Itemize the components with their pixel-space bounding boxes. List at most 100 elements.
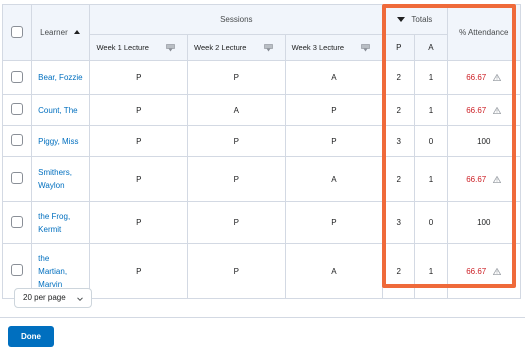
- sessions-header: Sessions: [89, 4, 384, 35]
- attendance-mark-cell[interactable]: P: [89, 156, 189, 202]
- attendance-mark-cell[interactable]: A: [284, 60, 384, 95]
- learner-cell: the Frog, Kermit: [31, 201, 91, 244]
- absent-total-cell: 0: [414, 125, 448, 157]
- learner-name-link[interactable]: the Martian, Marvin: [38, 254, 67, 289]
- attendance-table-container: Learner Sessions Totals % Attendance Wee…: [1, 4, 522, 299]
- row-checkbox[interactable]: [11, 264, 24, 276]
- attendance-header-label: % Attendance: [459, 28, 509, 37]
- footer-divider: [0, 317, 525, 318]
- row-select-cell: [1, 125, 33, 157]
- attendance-percent-cell: 100: [446, 125, 522, 157]
- absent-total-cell: 1: [414, 60, 448, 95]
- attendance-mark-cell[interactable]: A: [284, 243, 384, 299]
- attendance-mark-cell[interactable]: P: [187, 156, 286, 202]
- table-row: the Frog, Kermit P P P 3 0 100: [1, 201, 522, 244]
- totals-header-label: Totals: [411, 15, 433, 24]
- attendance-mark-cell[interactable]: A: [187, 94, 286, 126]
- chevron-down-icon: [77, 297, 83, 302]
- week-header-label: Week 2 Lecture: [194, 43, 247, 52]
- row-checkbox[interactable]: [11, 215, 24, 228]
- attendance-mark-cell[interactable]: P: [187, 201, 286, 244]
- attendance-mark-cell[interactable]: P: [187, 125, 286, 157]
- attendance-percent-cell: 66.67: [446, 94, 522, 126]
- learner-cell: Bear, Fozzie: [31, 60, 91, 95]
- learner-name-line: Piggy, Miss: [38, 136, 79, 146]
- absent-total-cell: 1: [414, 156, 448, 202]
- table-row: Count, The P A P 2 1 66.67: [1, 94, 522, 126]
- attendance-percent-value: 100: [477, 218, 491, 227]
- warning-icon: [493, 175, 502, 183]
- learner-cell: Smithers, Waylon: [31, 156, 91, 202]
- learner-name-line: the: [38, 253, 50, 263]
- absent-total-cell: 0: [414, 201, 448, 244]
- row-checkbox[interactable]: [11, 134, 24, 146]
- attendance-mark-cell[interactable]: P: [284, 125, 384, 157]
- sort-ascending-icon: [73, 30, 80, 34]
- attendance-percent-cell: 66.67: [446, 156, 522, 202]
- warning-icon: [493, 106, 502, 114]
- learner-name-link[interactable]: Count, The: [38, 106, 77, 115]
- done-button[interactable]: Done: [8, 326, 54, 347]
- present-total-cell: 2: [382, 156, 416, 202]
- attendance-mark-cell[interactable]: P: [187, 60, 286, 95]
- learner-name-link[interactable]: the Frog, Kermit: [38, 212, 70, 234]
- table-row: Smithers, Waylon P P A 2 1 66.67: [1, 156, 522, 202]
- week-header-label: Week 1 Lecture: [96, 43, 149, 52]
- select-all-checkbox[interactable]: [11, 25, 24, 38]
- attendance-mark-cell[interactable]: P: [89, 125, 189, 157]
- row-select-cell: [1, 94, 33, 126]
- warning-icon: [493, 267, 502, 275]
- edit-session-icon[interactable]: [166, 44, 175, 52]
- select-all-cell: [1, 4, 33, 61]
- week-column-header: Week 3 Lecture: [284, 34, 384, 61]
- present-total-cell: 3: [382, 201, 416, 244]
- learner-column-header[interactable]: Learner: [31, 4, 91, 61]
- learner-name-link[interactable]: Bear, Fozzie: [38, 73, 82, 82]
- row-select-cell: [1, 156, 33, 202]
- table-row: Bear, Fozzie P P A 2 1 66.67: [1, 60, 522, 95]
- present-total-cell: 2: [382, 243, 416, 299]
- present-total-cell: 3: [382, 125, 416, 157]
- attendance-mark-cell[interactable]: P: [89, 60, 189, 95]
- week-header-label: Week 3 Lecture: [291, 43, 344, 52]
- attendance-table: Learner Sessions Totals % Attendance Wee…: [1, 4, 522, 299]
- week-column-header: Week 1 Lecture: [89, 34, 189, 61]
- row-select-cell: [1, 201, 33, 244]
- learner-name-link[interactable]: Piggy, Miss: [38, 137, 78, 146]
- totals-header[interactable]: Totals: [382, 4, 448, 35]
- row-checkbox[interactable]: [11, 70, 24, 83]
- week-column-header: Week 2 Lecture: [187, 34, 286, 61]
- edit-session-icon[interactable]: [263, 44, 273, 52]
- per-page-select[interactable]: 20 per page: [14, 288, 92, 308]
- row-checkbox[interactable]: [11, 172, 24, 184]
- attendance-percent-value: 66.67: [466, 174, 487, 184]
- attendance-percent-value: 66.67: [466, 266, 487, 276]
- attendance-mark-cell[interactable]: P: [89, 94, 189, 126]
- attendance-mark-cell[interactable]: P: [284, 94, 384, 126]
- collapse-caret-icon[interactable]: [397, 17, 406, 22]
- learner-name-line: Bear, Fozzie: [38, 73, 83, 82]
- sessions-header-label: Sessions: [220, 15, 253, 24]
- table-row: Piggy, Miss P P P 3 0 100: [1, 125, 522, 157]
- attendance-mark-cell[interactable]: P: [284, 201, 384, 244]
- present-total-cell: 2: [382, 60, 416, 95]
- learner-name-line: Waylon: [38, 181, 65, 190]
- learner-name-line: Martian,: [38, 266, 68, 276]
- learner-cell: Count, The: [31, 94, 91, 126]
- absent-total-cell: 1: [414, 94, 448, 126]
- attendance-mark-cell[interactable]: P: [89, 201, 189, 244]
- absent-total-cell: 1: [414, 243, 448, 299]
- learner-name-link[interactable]: Smithers, Waylon: [38, 168, 72, 190]
- attendance-mark-cell[interactable]: P: [187, 243, 286, 299]
- edit-session-icon[interactable]: [361, 44, 370, 52]
- present-total-header: P: [382, 34, 416, 61]
- learner-cell: Piggy, Miss: [31, 125, 91, 157]
- present-total-cell: 2: [382, 94, 416, 126]
- attendance-percent-cell: 66.67: [446, 60, 522, 95]
- attendance-percent-value: 66.67: [466, 105, 487, 115]
- absent-total-header: A: [414, 34, 448, 61]
- learner-name-line: Smithers,: [38, 168, 72, 177]
- attendance-mark-cell[interactable]: A: [284, 156, 384, 202]
- attendance-mark-cell[interactable]: P: [89, 243, 189, 299]
- row-checkbox[interactable]: [11, 103, 24, 115]
